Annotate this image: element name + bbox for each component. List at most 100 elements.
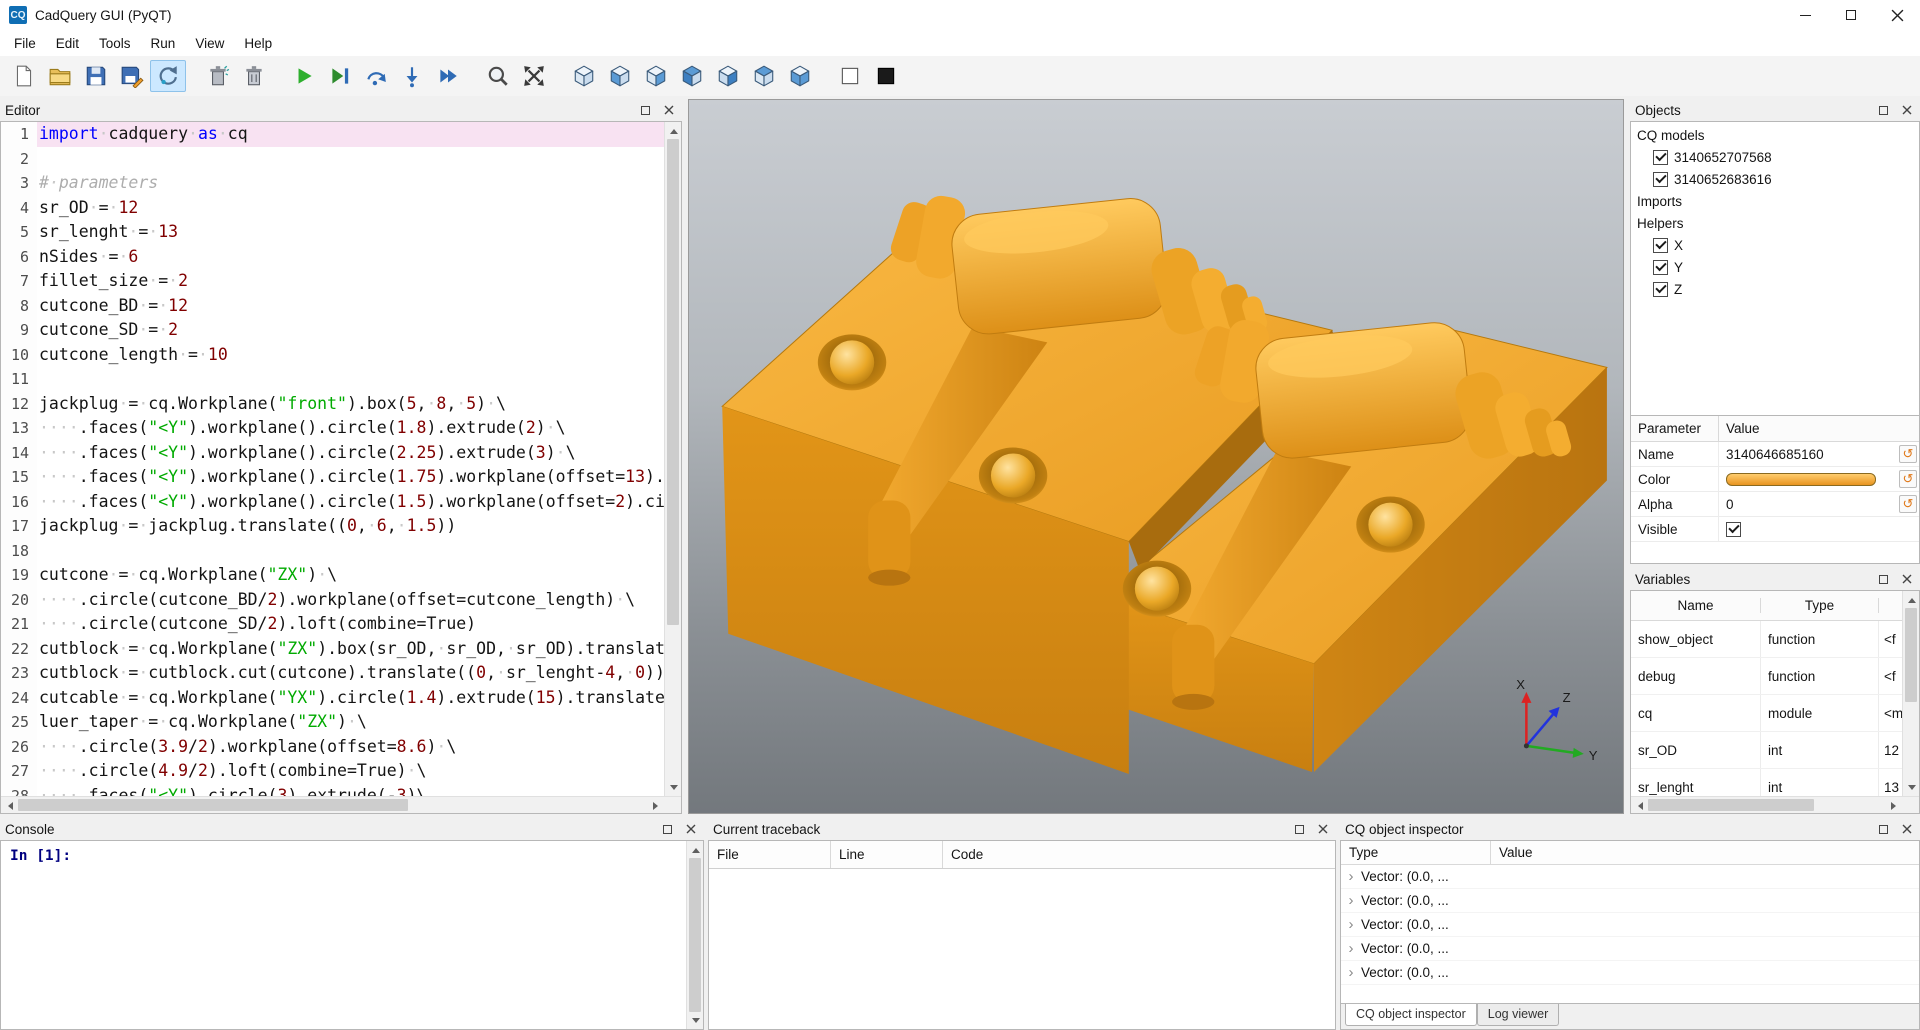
scroll-down-button[interactable] bbox=[687, 1012, 704, 1029]
open-file-button[interactable] bbox=[42, 60, 78, 92]
tab-cq-object-inspector[interactable]: CQ object inspector bbox=[1345, 1004, 1477, 1026]
traceback-header-code[interactable]: Code bbox=[943, 841, 1335, 868]
menu-tools[interactable]: Tools bbox=[89, 33, 141, 54]
inspector-header-value[interactable]: Value bbox=[1491, 845, 1919, 860]
code-line[interactable]: 22cutblock·=·cq.Workplane("ZX").box(sr_O… bbox=[1, 637, 664, 662]
save-button[interactable] bbox=[78, 60, 114, 92]
code-line[interactable]: 24cutcable·=·cq.Workplane("YX").circle(1… bbox=[1, 686, 664, 711]
step-button[interactable] bbox=[358, 60, 394, 92]
objects-close-button[interactable] bbox=[1899, 102, 1915, 118]
variable-row[interactable]: sr_ODint12 bbox=[1631, 732, 1902, 769]
item-checkbox[interactable] bbox=[1653, 150, 1668, 165]
code-line[interactable]: 12jackplug·=·cq.Workplane("front").box(5… bbox=[1, 392, 664, 417]
tree-item[interactable]: Helpers bbox=[1631, 212, 1919, 234]
property-row-alpha[interactable]: Alpha 0 ↺ bbox=[1631, 492, 1919, 517]
code-line[interactable]: 28····.faces("<Y").circle(3).extrude(-3)… bbox=[1, 784, 664, 797]
scroll-right-button[interactable] bbox=[647, 797, 664, 814]
view-front-button[interactable] bbox=[602, 60, 638, 92]
color-swatch[interactable] bbox=[1726, 473, 1876, 486]
scrollbar-thumb[interactable] bbox=[667, 139, 679, 625]
console-vertical-scrollbar[interactable] bbox=[686, 841, 703, 1029]
inspector-row[interactable]: ›Vector: (0.0, ... bbox=[1341, 961, 1919, 985]
variable-row[interactable]: cqmodule<m bbox=[1631, 695, 1902, 732]
console-float-button[interactable] bbox=[659, 821, 675, 837]
scroll-right-button[interactable] bbox=[1885, 797, 1902, 814]
code-line[interactable]: 4sr_OD·=·12 bbox=[1, 196, 664, 221]
variables-horizontal-scrollbar[interactable] bbox=[1631, 796, 1919, 813]
code-line[interactable]: 18 bbox=[1, 539, 664, 564]
view-iso-button[interactable] bbox=[566, 60, 602, 92]
delete-button[interactable] bbox=[236, 60, 272, 92]
close-button[interactable] bbox=[1874, 0, 1920, 30]
view-back-button[interactable] bbox=[638, 60, 674, 92]
scroll-up-button[interactable] bbox=[687, 841, 704, 858]
code-line[interactable]: 23cutblock·=·cutblock.cut(cutcone).trans… bbox=[1, 661, 664, 686]
code-line[interactable]: 6nSides·=·6 bbox=[1, 245, 664, 270]
property-row-color[interactable]: Color ↺ bbox=[1631, 467, 1919, 492]
scroll-left-button[interactable] bbox=[1631, 797, 1648, 814]
editor-float-button[interactable] bbox=[637, 102, 653, 118]
code-line[interactable]: 26····.circle(3.9/2).workplane(offset=8.… bbox=[1, 735, 664, 760]
code-line[interactable]: 11 bbox=[1, 367, 664, 392]
code-line[interactable]: 25luer_taper·=·cq.Workplane("ZX")·\ bbox=[1, 710, 664, 735]
code-line[interactable]: 17jackplug·=·jackplug.translate((0,·6,·1… bbox=[1, 514, 664, 539]
expand-icon[interactable]: › bbox=[1341, 916, 1361, 933]
variables-header-name[interactable]: Name bbox=[1631, 598, 1761, 613]
view-right-button[interactable] bbox=[710, 60, 746, 92]
code-line[interactable]: 19cutcone·=·cq.Workplane("ZX")·\ bbox=[1, 563, 664, 588]
scrollbar-thumb[interactable] bbox=[1648, 799, 1814, 811]
objects-float-button[interactable] bbox=[1875, 102, 1891, 118]
zoom-button[interactable] bbox=[480, 60, 516, 92]
editor-close-button[interactable] bbox=[661, 102, 677, 118]
code-line[interactable]: 15····.faces("<Y").workplane().circle(1.… bbox=[1, 465, 664, 490]
code-line[interactable]: 2 bbox=[1, 147, 664, 172]
inspector-row[interactable]: ›Vector: (0.0, ... bbox=[1341, 913, 1919, 937]
reset-icon[interactable]: ↺ bbox=[1899, 445, 1917, 463]
property-row-visible[interactable]: Visible bbox=[1631, 517, 1919, 542]
autoreload-toggle-button[interactable] bbox=[150, 60, 186, 92]
code-line[interactable]: 7fillet_size·=·2 bbox=[1, 269, 664, 294]
traceback-header-file[interactable]: File bbox=[709, 841, 831, 868]
variables-float-button[interactable] bbox=[1875, 571, 1891, 587]
menu-edit[interactable]: Edit bbox=[46, 33, 89, 54]
tree-item[interactable]: Y bbox=[1631, 256, 1919, 278]
code-line[interactable]: 8cutcone_BD·=·12 bbox=[1, 294, 664, 319]
traceback-float-button[interactable] bbox=[1291, 821, 1307, 837]
code-line[interactable]: 16····.faces("<Y").workplane().circle(1.… bbox=[1, 490, 664, 515]
menu-help[interactable]: Help bbox=[234, 33, 282, 54]
visible-checkbox[interactable] bbox=[1726, 522, 1741, 537]
scrollbar-thumb[interactable] bbox=[1905, 608, 1917, 702]
shaded-button[interactable] bbox=[868, 60, 904, 92]
inspector-header-type[interactable]: Type bbox=[1341, 841, 1491, 864]
fit-view-button[interactable] bbox=[516, 60, 552, 92]
expand-icon[interactable]: › bbox=[1341, 892, 1361, 909]
view-left-button[interactable] bbox=[674, 60, 710, 92]
view-bottom-button[interactable] bbox=[782, 60, 818, 92]
variable-row[interactable]: sr_lenghtint13 bbox=[1631, 769, 1902, 796]
inspector-close-button[interactable] bbox=[1899, 821, 1915, 837]
scroll-left-button[interactable] bbox=[1, 797, 18, 814]
code-line[interactable]: 21····.circle(cutcone_SD/2).loft(combine… bbox=[1, 612, 664, 637]
variables-close-button[interactable] bbox=[1899, 571, 1915, 587]
properties-header-parameter[interactable]: Parameter bbox=[1631, 416, 1719, 441]
expand-icon[interactable]: › bbox=[1341, 868, 1361, 885]
item-checkbox[interactable] bbox=[1653, 172, 1668, 187]
maximize-button[interactable] bbox=[1828, 0, 1874, 30]
code-line[interactable]: 20····.circle(cutcone_BD/2).workplane(of… bbox=[1, 588, 664, 613]
code-line[interactable]: 9cutcone_SD·=·2 bbox=[1, 318, 664, 343]
clear-all-button[interactable] bbox=[200, 60, 236, 92]
editor-vertical-scrollbar[interactable] bbox=[664, 122, 681, 796]
step-into-button[interactable] bbox=[394, 60, 430, 92]
tree-item[interactable]: Z bbox=[1631, 278, 1919, 300]
code-line[interactable]: 13····.faces("<Y").workplane().circle(1.… bbox=[1, 416, 664, 441]
menu-run[interactable]: Run bbox=[141, 33, 186, 54]
scrollbar-thumb[interactable] bbox=[689, 858, 701, 1012]
properties-header-value[interactable]: Value bbox=[1719, 421, 1919, 436]
tree-item[interactable]: CQ models bbox=[1631, 124, 1919, 146]
code-line[interactable]: 1import·cadquery·as·cq bbox=[1, 122, 664, 147]
scroll-down-button[interactable] bbox=[665, 779, 682, 796]
scroll-up-button[interactable] bbox=[1903, 591, 1920, 608]
expand-icon[interactable]: › bbox=[1341, 940, 1361, 957]
inspector-row[interactable]: ›Vector: (0.0, ... bbox=[1341, 937, 1919, 961]
tree-item[interactable]: Imports bbox=[1631, 190, 1919, 212]
